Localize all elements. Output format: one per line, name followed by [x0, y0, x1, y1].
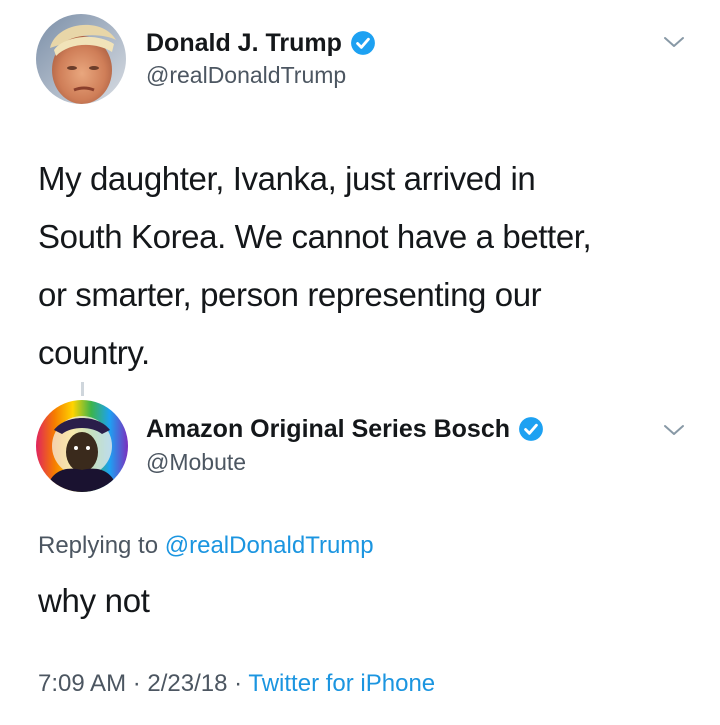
author-name-row[interactable]: Donald J. Trump	[146, 28, 376, 58]
tweet-time[interactable]: 7:09 AM	[38, 670, 126, 697]
author-handle[interactable]: @realDonaldTrump	[146, 62, 346, 89]
tweet-text-line: or smarter, person representing our	[38, 276, 542, 313]
avatar-rainbow-portrait-icon	[36, 400, 128, 492]
reply-author-handle[interactable]: @Mobute	[146, 449, 246, 476]
chevron-down-icon[interactable]	[662, 34, 686, 50]
thread-connector-line	[81, 382, 84, 396]
replying-to-label: Replying to	[38, 532, 159, 559]
reply-text: why not	[38, 582, 150, 619]
tweet-source-link[interactable]: Twitter for iPhone	[248, 670, 435, 697]
avatar-bosch[interactable]	[36, 400, 128, 492]
replying-to-line: Replying to @realDonaldTrump	[38, 532, 374, 560]
tweet-date[interactable]: 2/23/18	[147, 670, 227, 697]
tweet-text: My daughter, Ivanka, just arrived in Sou…	[38, 150, 678, 382]
verified-badge-icon	[350, 31, 375, 55]
verified-badge-icon	[519, 417, 543, 441]
chevron-down-icon[interactable]	[662, 422, 686, 438]
tweet-text-line: My daughter, Ivanka, just arrived in	[38, 160, 536, 197]
original-tweet: Donald J. Trump @realDonaldTrump My daug…	[0, 0, 720, 380]
author-display-name[interactable]: Donald J. Trump	[146, 29, 342, 58]
tweet-meta-row: 7:09 AM · 2/23/18 · Twitter for iPhone	[38, 670, 435, 698]
reply-author-name-row[interactable]: Amazon Original Series Bosch	[146, 414, 544, 444]
meta-separator: ·	[132, 670, 141, 697]
avatar-trump[interactable]	[36, 14, 126, 104]
reply-author-display-name[interactable]: Amazon Original Series Bosch	[146, 415, 510, 444]
avatar-portrait-icon	[36, 14, 126, 104]
replying-to-mention-link[interactable]: @realDonaldTrump	[165, 532, 374, 559]
tweet-text-line: South Korea. We cannot have a better,	[38, 218, 592, 255]
meta-separator: ·	[234, 670, 243, 697]
tweet-text-line: country.	[38, 334, 150, 371]
